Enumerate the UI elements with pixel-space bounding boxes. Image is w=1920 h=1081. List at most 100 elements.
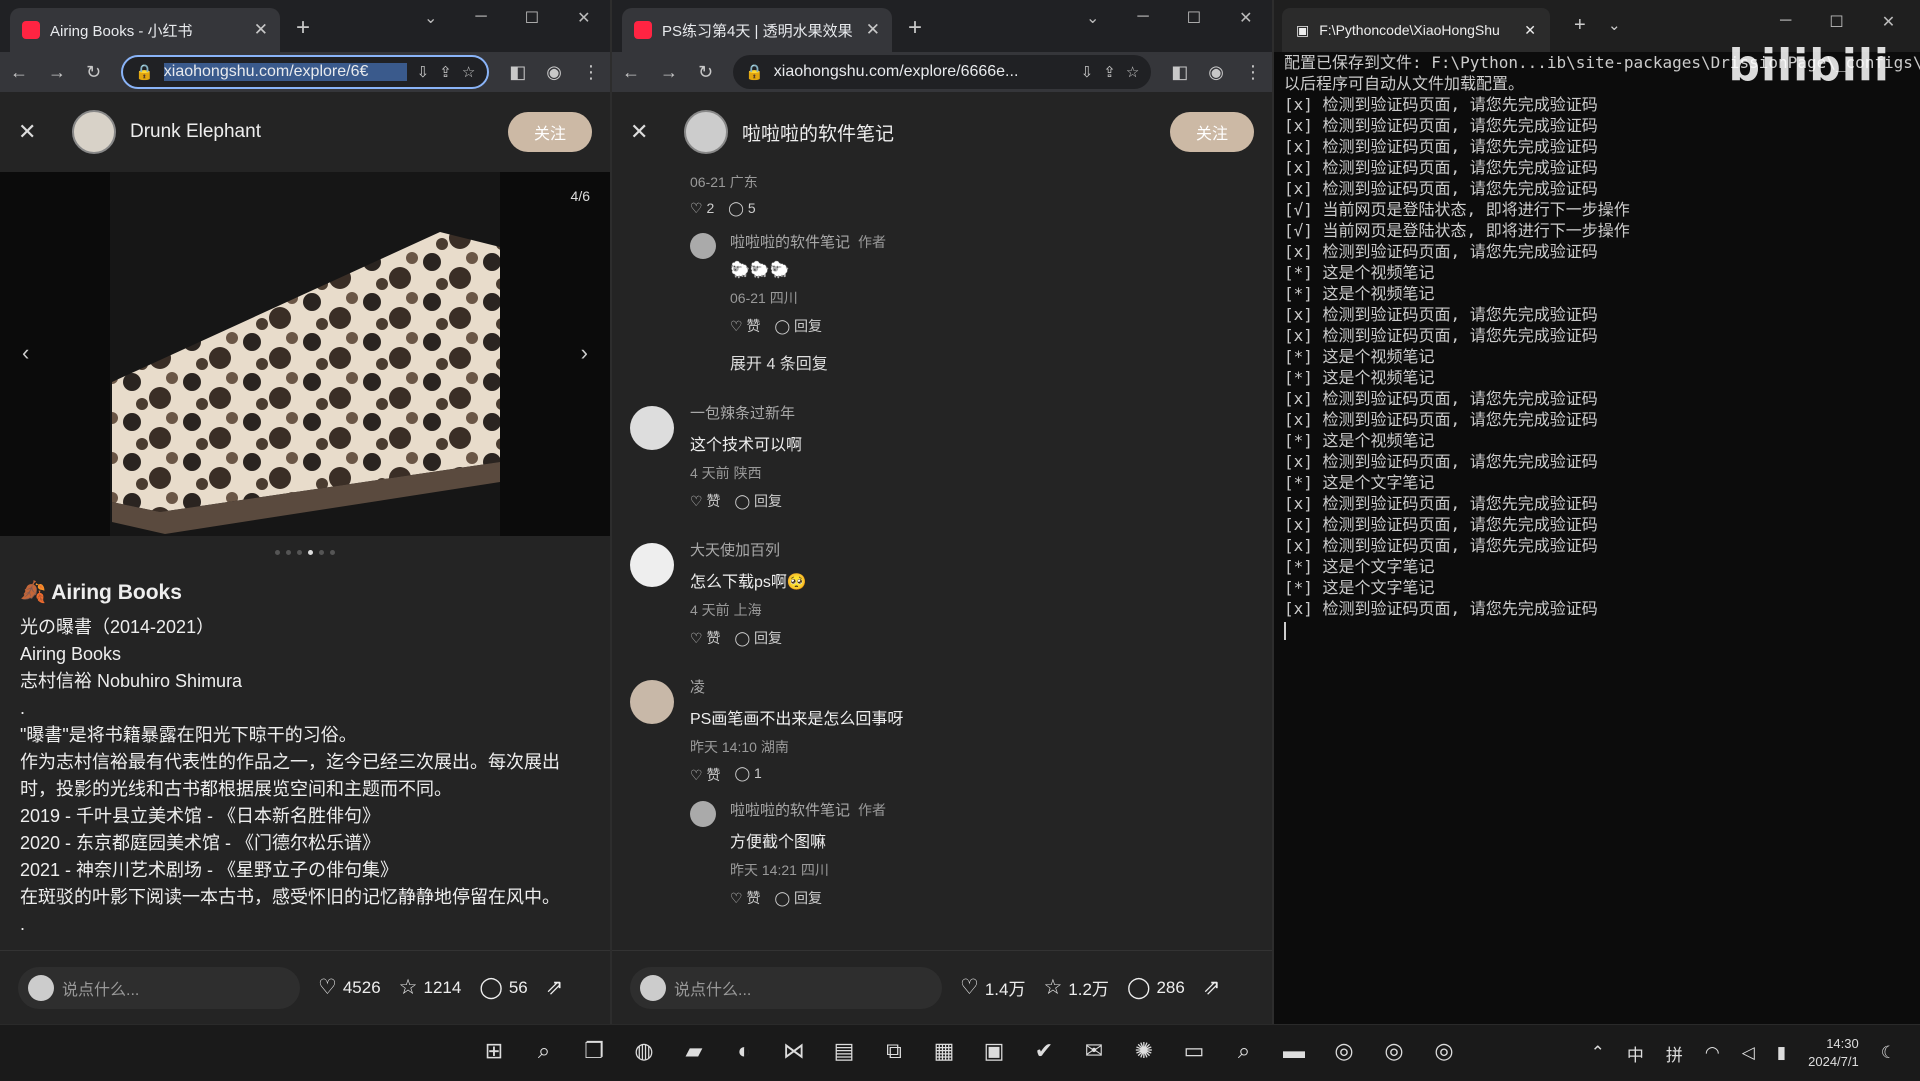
- chrome-icon[interactable]: ◎: [1326, 1033, 1362, 1069]
- share-button[interactable]: ⇗: [546, 975, 564, 1000]
- maximize-icon[interactable]: ☐: [1829, 12, 1843, 32]
- like-button[interactable]: ♡ 2: [690, 200, 714, 217]
- maximize-icon[interactable]: ☐: [525, 8, 539, 28]
- carousel-dot[interactable]: [319, 550, 324, 555]
- reply-button[interactable]: ◯ 回复: [774, 316, 822, 336]
- follow-button[interactable]: 关注: [508, 112, 592, 152]
- reply-button[interactable]: ◯ 5: [728, 200, 755, 217]
- chevron-up-icon[interactable]: ⌃: [1591, 1043, 1605, 1063]
- terminal-prompt[interactable]: [1284, 619, 1910, 640]
- close-post-icon[interactable]: ✕: [630, 119, 670, 145]
- reply-author[interactable]: 啦啦啦的软件笔记作者: [730, 799, 1272, 820]
- bookmark-star-icon[interactable]: ☆: [462, 63, 475, 81]
- battery-icon[interactable]: ▮: [1777, 1043, 1786, 1063]
- avatar[interactable]: [690, 801, 716, 827]
- install-icon[interactable]: ⇩: [417, 63, 430, 81]
- like-button[interactable]: ♡4526: [318, 975, 381, 1000]
- search-icon[interactable]: ⌕: [526, 1033, 562, 1069]
- comment-input[interactable]: 说点什么...: [18, 967, 300, 1009]
- side-panel-icon[interactable]: ◧: [1171, 62, 1188, 83]
- image-carousel[interactable]: 4/6 ‹ ›: [0, 172, 610, 536]
- app-icon[interactable]: ▰: [676, 1033, 712, 1069]
- expand-replies-link[interactable]: 展开 4 条回复: [730, 350, 1272, 374]
- follow-button[interactable]: 关注: [1170, 112, 1254, 152]
- close-tab-icon[interactable]: ✕: [866, 20, 880, 40]
- close-window-icon[interactable]: ✕: [1882, 12, 1895, 32]
- close-window-icon[interactable]: ✕: [1239, 8, 1252, 28]
- reply-button[interactable]: ◯ 回复: [734, 491, 782, 511]
- like-button[interactable]: ♡ 赞: [730, 316, 760, 336]
- new-tab-icon[interactable]: +: [296, 14, 310, 42]
- collect-button[interactable]: ☆1.2万: [1043, 975, 1108, 1000]
- like-button[interactable]: ♡ 赞: [730, 888, 760, 908]
- new-tab-icon[interactable]: +: [908, 14, 922, 42]
- menu-icon[interactable]: ⋮: [582, 62, 600, 83]
- forward-icon[interactable]: →: [660, 62, 678, 83]
- comment-button[interactable]: ◯286: [1127, 975, 1185, 1000]
- install-icon[interactable]: ⇩: [1081, 63, 1094, 81]
- chrome-icon[interactable]: ◎: [1426, 1033, 1462, 1069]
- vscode-icon[interactable]: ⋈: [776, 1033, 812, 1069]
- comment-author[interactable]: 大天使加百列: [690, 539, 1272, 560]
- like-button[interactable]: ♡ 赞: [690, 491, 720, 511]
- terminal-tab[interactable]: ▣ F:\Pythoncode\XiaoHongShu ✕: [1282, 8, 1550, 52]
- ime-indicator[interactable]: 中: [1627, 1041, 1644, 1066]
- share-icon[interactable]: ⇪: [1103, 63, 1116, 81]
- share-icon[interactable]: ⇪: [439, 63, 452, 81]
- media-icon[interactable]: ◐: [726, 1033, 762, 1069]
- terminal-icon[interactable]: ▬: [1276, 1033, 1312, 1069]
- browser-tab[interactable]: Airing Books - 小红书 ✕: [10, 8, 280, 52]
- app-icon[interactable]: ✺: [1126, 1033, 1162, 1069]
- author-name[interactable]: 啦啦啦的软件笔记: [742, 119, 1156, 146]
- minimize-icon[interactable]: ─: [1780, 12, 1791, 32]
- close-tab-icon[interactable]: ✕: [1524, 22, 1536, 39]
- avatar[interactable]: [684, 110, 728, 154]
- wechat-icon[interactable]: ✉: [1076, 1033, 1112, 1069]
- share-button[interactable]: ⇗: [1203, 975, 1221, 1000]
- comment-input[interactable]: 说点什么...: [630, 967, 942, 1009]
- start-icon[interactable]: ⊞: [476, 1033, 512, 1069]
- reload-icon[interactable]: ↻: [86, 62, 101, 83]
- author-name[interactable]: Drunk Elephant: [130, 121, 494, 143]
- ime-mode-indicator[interactable]: 拼: [1666, 1041, 1683, 1066]
- carousel-dot[interactable]: [275, 550, 280, 555]
- tab-search-icon[interactable]: ⌄: [1086, 8, 1099, 28]
- like-button[interactable]: ♡ 赞: [690, 765, 720, 785]
- reply-button[interactable]: ◯ 回复: [734, 628, 782, 648]
- back-icon[interactable]: ←: [622, 62, 640, 83]
- clock[interactable]: 14:30 2024/7/1: [1808, 1035, 1859, 1071]
- like-button[interactable]: ♡ 赞: [690, 628, 720, 648]
- search-icon[interactable]: ⌕: [1226, 1033, 1262, 1069]
- dropdown-icon[interactable]: ⌄: [1608, 16, 1621, 34]
- chrome-icon[interactable]: ◎: [1376, 1033, 1412, 1069]
- comment-button[interactable]: ◯56: [479, 975, 527, 1000]
- avatar[interactable]: [630, 680, 674, 724]
- volume-icon[interactable]: ◁: [1742, 1043, 1755, 1063]
- avatar[interactable]: [690, 233, 716, 259]
- wifi-icon[interactable]: ◠: [1705, 1043, 1720, 1063]
- avatar[interactable]: [630, 543, 674, 587]
- like-button[interactable]: ♡1.4万: [960, 975, 1025, 1000]
- window-icon[interactable]: ⧉: [876, 1033, 912, 1069]
- address-bar[interactable]: 🔒 xiaohongshu.com/explore/6666e... ⇩ ⇪ ☆: [733, 55, 1151, 89]
- profile-icon[interactable]: ◉: [546, 62, 562, 83]
- avatar[interactable]: [72, 110, 116, 154]
- new-tab-icon[interactable]: +: [1574, 14, 1586, 37]
- reload-icon[interactable]: ↻: [698, 62, 713, 83]
- reply-author[interactable]: 啦啦啦的软件笔记作者: [730, 231, 1272, 252]
- folder-icon[interactable]: ▭: [1176, 1033, 1212, 1069]
- profile-icon[interactable]: ◉: [1208, 62, 1224, 83]
- notification-icon[interactable]: ☾: [1881, 1043, 1896, 1063]
- menu-icon[interactable]: ⋮: [1244, 62, 1262, 83]
- close-post-icon[interactable]: ✕: [18, 119, 58, 145]
- carousel-dot[interactable]: [330, 550, 335, 555]
- app-icon[interactable]: ▣: [976, 1033, 1012, 1069]
- side-panel-icon[interactable]: ◧: [509, 62, 526, 83]
- carousel-dot[interactable]: [297, 550, 302, 555]
- back-icon[interactable]: ←: [10, 62, 28, 83]
- address-bar[interactable]: 🔒 xiaohongshu.com/explore/6€ ⇩ ⇪ ☆: [121, 55, 489, 89]
- task-view-icon[interactable]: ❐: [576, 1033, 612, 1069]
- reply-button[interactable]: ◯ 回复: [774, 888, 822, 908]
- carousel-dot[interactable]: [286, 550, 291, 555]
- app-icon[interactable]: ▦: [926, 1033, 962, 1069]
